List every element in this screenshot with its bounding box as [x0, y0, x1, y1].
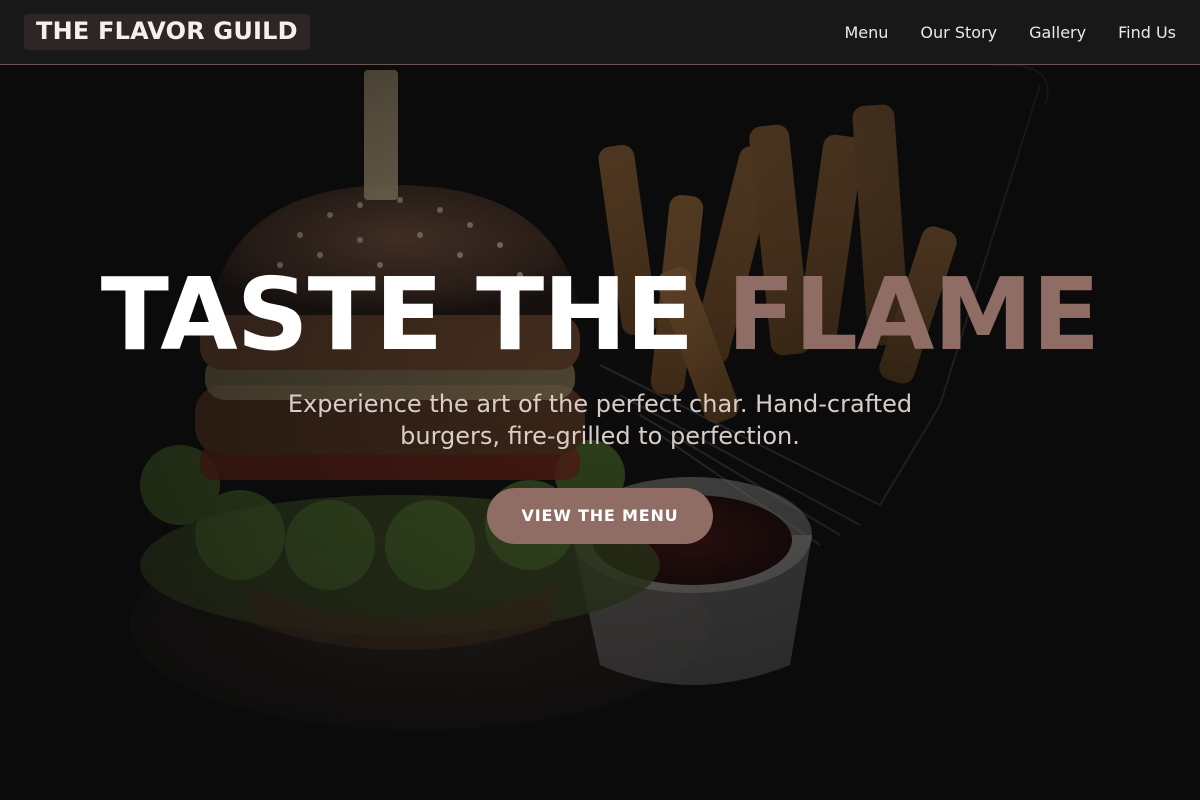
nav-link-find-us[interactable]: Find Us: [1118, 23, 1176, 42]
hero-title-accent: FLAME: [727, 256, 1100, 373]
hero-section: TASTE THE FLAME Experience the art of th…: [0, 65, 1200, 800]
view-menu-button[interactable]: VIEW THE MENU: [487, 488, 713, 544]
landing-page: THE FLAVOR GUILD Menu Our Story Gallery …: [0, 0, 1200, 800]
brand-logo[interactable]: THE FLAVOR GUILD: [24, 14, 310, 50]
nav-link-gallery[interactable]: Gallery: [1029, 23, 1086, 42]
nav-link-our-story[interactable]: Our Story: [920, 23, 997, 42]
hero-title: TASTE THE FLAME: [0, 260, 1200, 370]
navbar: THE FLAVOR GUILD Menu Our Story Gallery …: [0, 0, 1200, 65]
hero-title-main: TASTE THE: [100, 256, 694, 373]
hero-subtitle: Experience the art of the perfect char. …: [287, 390, 913, 450]
nav-links: Menu Our Story Gallery Find Us: [844, 23, 1176, 42]
nav-link-menu[interactable]: Menu: [844, 23, 888, 42]
hero-content: TASTE THE FLAME Experience the art of th…: [0, 260, 1200, 544]
